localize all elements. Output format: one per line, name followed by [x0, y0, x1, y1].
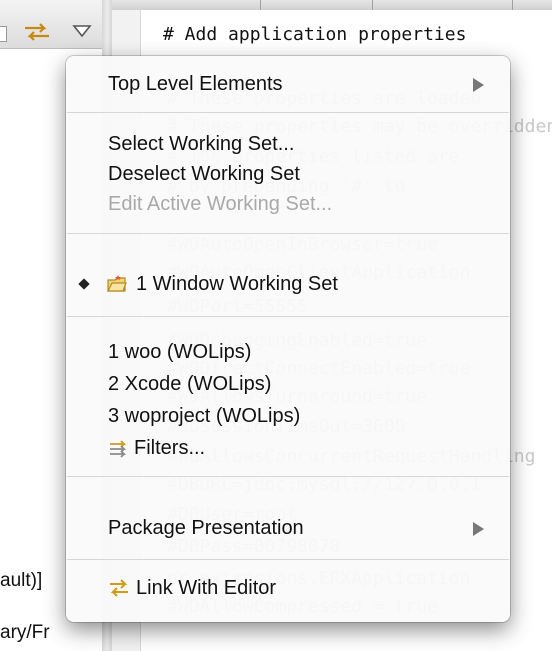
menu-item-edit-active-working-set: Edit Active Working Set... — [66, 188, 510, 220]
menu-item-recent-woproject[interactable]: 3 woproject (WOLips) — [66, 400, 510, 432]
menu-item-select-working-set[interactable]: Select Working Set... — [66, 128, 510, 160]
menu-item-label: Filters... — [134, 437, 206, 459]
menu-separator — [67, 476, 509, 477]
submenu-arrow-icon — [473, 522, 484, 536]
tree-item-text[interactable]: ault)] — [0, 570, 42, 592]
menu-item-label: Select Working Set... — [108, 133, 295, 155]
toolbar-fragment — [0, 26, 7, 42]
menu-item-label: 1 Window Working Set — [136, 273, 338, 295]
menu-separator — [67, 233, 509, 234]
menu-item-package-presentation[interactable]: Package Presentation — [66, 512, 510, 544]
menu-item-top-level-elements[interactable]: Top Level Elements — [66, 68, 510, 100]
view-toolbar — [0, 0, 102, 49]
menu-item-label: Deselect Working Set — [108, 163, 300, 185]
link-with-editor-icon[interactable] — [22, 20, 52, 44]
filters-icon — [110, 440, 127, 458]
view-menu-icon[interactable] — [72, 24, 92, 38]
view-popup-menu: Top Level Elements Select Working Set...… — [66, 56, 510, 622]
tree-item-text[interactable]: ary/Fr — [0, 622, 50, 644]
menu-item-label: 2 Xcode (WOLips) — [108, 373, 272, 395]
menu-item-recent-woo[interactable]: 1 woo (WOLips) — [66, 336, 510, 368]
menu-item-label: 3 woproject (WOLips) — [108, 405, 301, 427]
menu-item-link-with-editor[interactable]: Link With Editor — [66, 572, 510, 604]
selected-bullet-icon — [78, 278, 90, 290]
link-with-editor-icon — [110, 579, 128, 597]
menu-item-window-working-set[interactable]: 1 Window Working Set — [66, 268, 510, 300]
menu-item-label: Link With Editor — [136, 577, 277, 599]
working-set-icon — [107, 275, 127, 292]
menu-item-label: 1 woo (WOLips) — [108, 341, 252, 363]
code-line[interactable]: # Add application properties — [163, 24, 466, 45]
menu-item-label: Package Presentation — [108, 517, 304, 539]
menu-item-label: Edit Active Working Set... — [108, 193, 333, 215]
submenu-arrow-icon — [473, 78, 484, 92]
menu-separator — [67, 112, 509, 113]
menu-separator — [67, 559, 509, 560]
menu-separator — [67, 316, 509, 317]
menu-item-label: Top Level Elements — [108, 73, 283, 95]
menu-item-recent-xcode[interactable]: 2 Xcode (WOLips) — [66, 368, 510, 400]
menu-item-filters[interactable]: Filters... — [66, 432, 510, 464]
menu-item-deselect-working-set[interactable]: Deselect Working Set — [66, 158, 510, 190]
